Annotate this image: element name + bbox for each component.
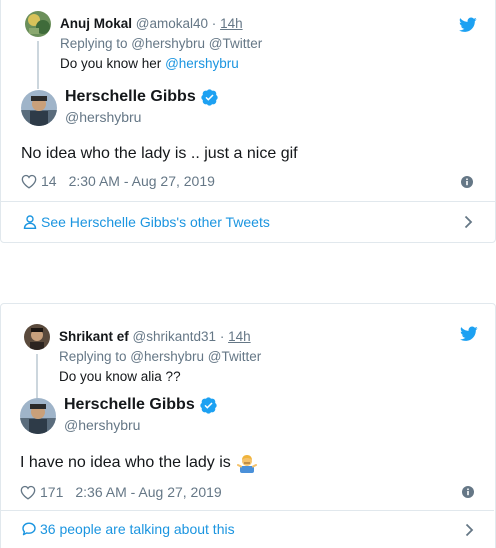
speech-bubble-icon bbox=[22, 522, 36, 536]
reply-header: Shrikant ef @shrikantd31 · 14h bbox=[59, 328, 251, 346]
separator-dot: · bbox=[219, 329, 225, 344]
like-count[interactable]: 171 bbox=[40, 484, 63, 500]
reply-timestamp[interactable]: 14h bbox=[228, 329, 251, 344]
people-talking-label: 36 people are talking about this bbox=[40, 521, 235, 537]
author-name-text: Herschelle Gibbs bbox=[64, 396, 195, 413]
thread-line bbox=[36, 354, 38, 402]
twitter-bird-icon[interactable] bbox=[460, 326, 478, 342]
reply-author-handle[interactable]: @shrikantd31 bbox=[133, 329, 217, 344]
reply-text-plain: Do you know alia ?? bbox=[59, 369, 181, 384]
tweet-text-content: I have no idea who the lady is bbox=[20, 454, 231, 471]
tweet-timestamp[interactable]: 2:36 AM - Aug 27, 2019 bbox=[75, 484, 221, 500]
reply-author-name[interactable]: Shrikant ef bbox=[59, 329, 129, 344]
card-divider bbox=[0, 510, 494, 511]
replying-to-label: Replying to @hershybru @Twitter bbox=[59, 349, 262, 364]
info-icon[interactable] bbox=[462, 486, 474, 498]
heart-icon[interactable] bbox=[20, 485, 36, 500]
person-shrugging-emoji bbox=[236, 455, 257, 473]
tweet-meta: 171 2:36 AM - Aug 27, 2019 bbox=[20, 484, 222, 500]
people-talking-link[interactable]: 36 people are talking about this bbox=[22, 521, 235, 537]
author-name[interactable]: Herschelle Gibbs bbox=[64, 396, 217, 414]
chevron-right-icon[interactable] bbox=[465, 523, 474, 537]
author-handle[interactable]: @hershybru bbox=[64, 417, 140, 433]
user-avatar-icon[interactable] bbox=[24, 324, 50, 350]
tweet-card-2-content: Shrikant ef @shrikantd31 · 14h Replying … bbox=[0, 0, 496, 548]
reply-text: Do you know alia ?? bbox=[59, 369, 181, 384]
tweet-text: I have no idea who the lady is bbox=[20, 453, 257, 473]
verified-badge-icon bbox=[200, 396, 217, 414]
author-avatar-icon[interactable] bbox=[20, 398, 56, 434]
